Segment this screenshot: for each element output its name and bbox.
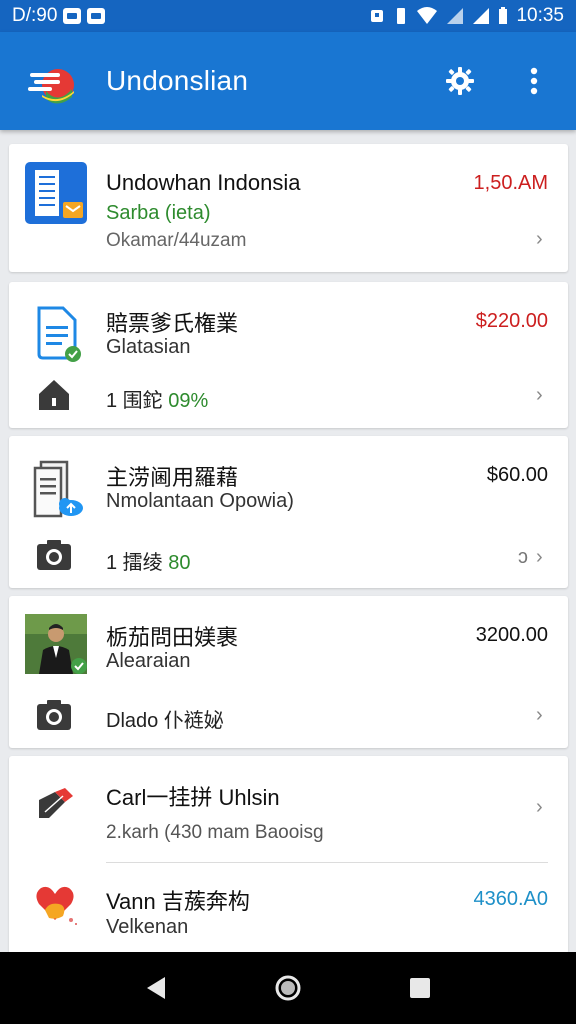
alarm-icon: [371, 10, 384, 22]
home-button[interactable]: [268, 968, 308, 1008]
list-item[interactable]: 賠票爹氏権業 Glatasian $220.00 1 围鉈 09% ›: [9, 282, 568, 428]
item-detail: 1 擂绫 80: [106, 546, 191, 575]
camera-icon: [37, 700, 71, 730]
signal-icon: [473, 8, 490, 24]
item-subtitle: Alearaian: [106, 650, 191, 672]
chevron-right-icon: ›: [536, 546, 543, 568]
divider: [106, 862, 548, 863]
vibrate-icon: [397, 8, 406, 24]
item-subtitle: Nmolantaan Opowia): [106, 490, 294, 512]
battery-icon: [499, 7, 508, 24]
back-button[interactable]: [136, 968, 176, 1008]
item-detail-accent: 09%: [168, 390, 209, 412]
item-meta: Okamar/44uzam: [106, 230, 247, 251]
camera-icon: [37, 540, 71, 570]
item-title: Vann 吉蔟奔构: [106, 889, 250, 914]
status-time: 10:35: [516, 5, 564, 26]
item-detail-text: 1 围鉈: [106, 390, 169, 412]
chevron-right-icon: ›: [536, 704, 543, 726]
status-left-text: D/:90: [12, 5, 58, 26]
item-subtitle: Glatasian: [106, 336, 191, 358]
home-icon: [39, 380, 69, 410]
person-photo-icon: [25, 614, 87, 674]
list-item[interactable]: Undowhan Indonsia Sarba (ieta) Okamar/44…: [9, 144, 568, 272]
item-trailing: ɔ: [518, 546, 528, 568]
item-title: 賠票爹氏権業: [106, 311, 239, 336]
app-title: Undonslian: [106, 65, 249, 96]
recents-button[interactable]: [400, 968, 440, 1008]
more-vert-icon: [530, 67, 538, 95]
item-detail-text: 1 擂绫: [106, 552, 169, 574]
item-title: Carl一挂拼 Uhlsin: [106, 785, 280, 810]
item-amount: $220.00: [475, 310, 548, 332]
document-check-icon: [37, 306, 81, 362]
item-detail: 1 围鉈 09%: [106, 384, 208, 413]
chevron-right-icon: ›: [536, 228, 543, 250]
list-item[interactable]: 主涝阃用羅藉 Nmolantaan Opowia) $60.00 1 擂绫 80…: [9, 436, 568, 588]
recents-square-icon: [410, 978, 430, 998]
heart-hands-icon: [36, 886, 77, 925]
item-subtitle: Velkenan: [106, 916, 189, 938]
home-circle-icon: [275, 975, 301, 1001]
list-item[interactable]: Vann 吉蔟奔构 Velkenan 4360.A0: [9, 864, 568, 954]
chevron-right-icon: ›: [536, 384, 543, 406]
settings-gear-icon: [446, 67, 474, 95]
item-amount: 1,50.AM: [473, 172, 548, 194]
pen-edit-icon: [39, 788, 73, 818]
item-detail: Dlado 仆裢妼: [106, 710, 224, 732]
list-item[interactable]: Carl一挂拼 Uhlsin 2.karh (430 mam Baooisg ›: [9, 756, 568, 860]
app-bar: Undonslian: [0, 32, 576, 130]
transaction-list: Undowhan Indonsia Sarba (ieta) Okamar/44…: [9, 144, 568, 954]
notification-icon: [87, 8, 106, 24]
back-icon: [147, 977, 165, 999]
document-folder-icon: [25, 162, 87, 224]
document-cloud-icon: [33, 460, 83, 518]
item-detail-accent: 80: [168, 552, 191, 574]
status-bar: D/:90 10:35: [0, 0, 576, 32]
flag-logo-icon: [28, 69, 74, 104]
item-amount: $60.00: [486, 464, 548, 486]
signal-icon: [447, 8, 464, 24]
item-title: Undowhan Indonsia: [106, 170, 301, 195]
list-item[interactable]: 栃茄問田媄裹 Alearaian 3200.00 Dlado 仆裢妼 ›: [9, 596, 568, 748]
item-title: 主涝阃用羅藉: [106, 465, 239, 490]
item-amount: 4360.A0: [473, 888, 548, 910]
item-subtitle: Sarba (ieta): [106, 202, 211, 224]
item-amount: 3200.00: [475, 624, 548, 646]
settings-gear-button[interactable]: [444, 65, 476, 97]
item-meta: 2.karh (430 mam Baooisg: [106, 822, 324, 843]
chevron-right-icon: ›: [536, 796, 543, 818]
more-options-button[interactable]: [518, 65, 550, 97]
system-nav-bar: [0, 952, 576, 1024]
list-item-group: Carl一挂拼 Uhlsin 2.karh (430 mam Baooisg ›…: [9, 756, 568, 954]
notification-icon: [63, 8, 82, 24]
wifi-icon: [417, 7, 438, 24]
item-title: 栃茄問田媄裹: [106, 625, 239, 650]
